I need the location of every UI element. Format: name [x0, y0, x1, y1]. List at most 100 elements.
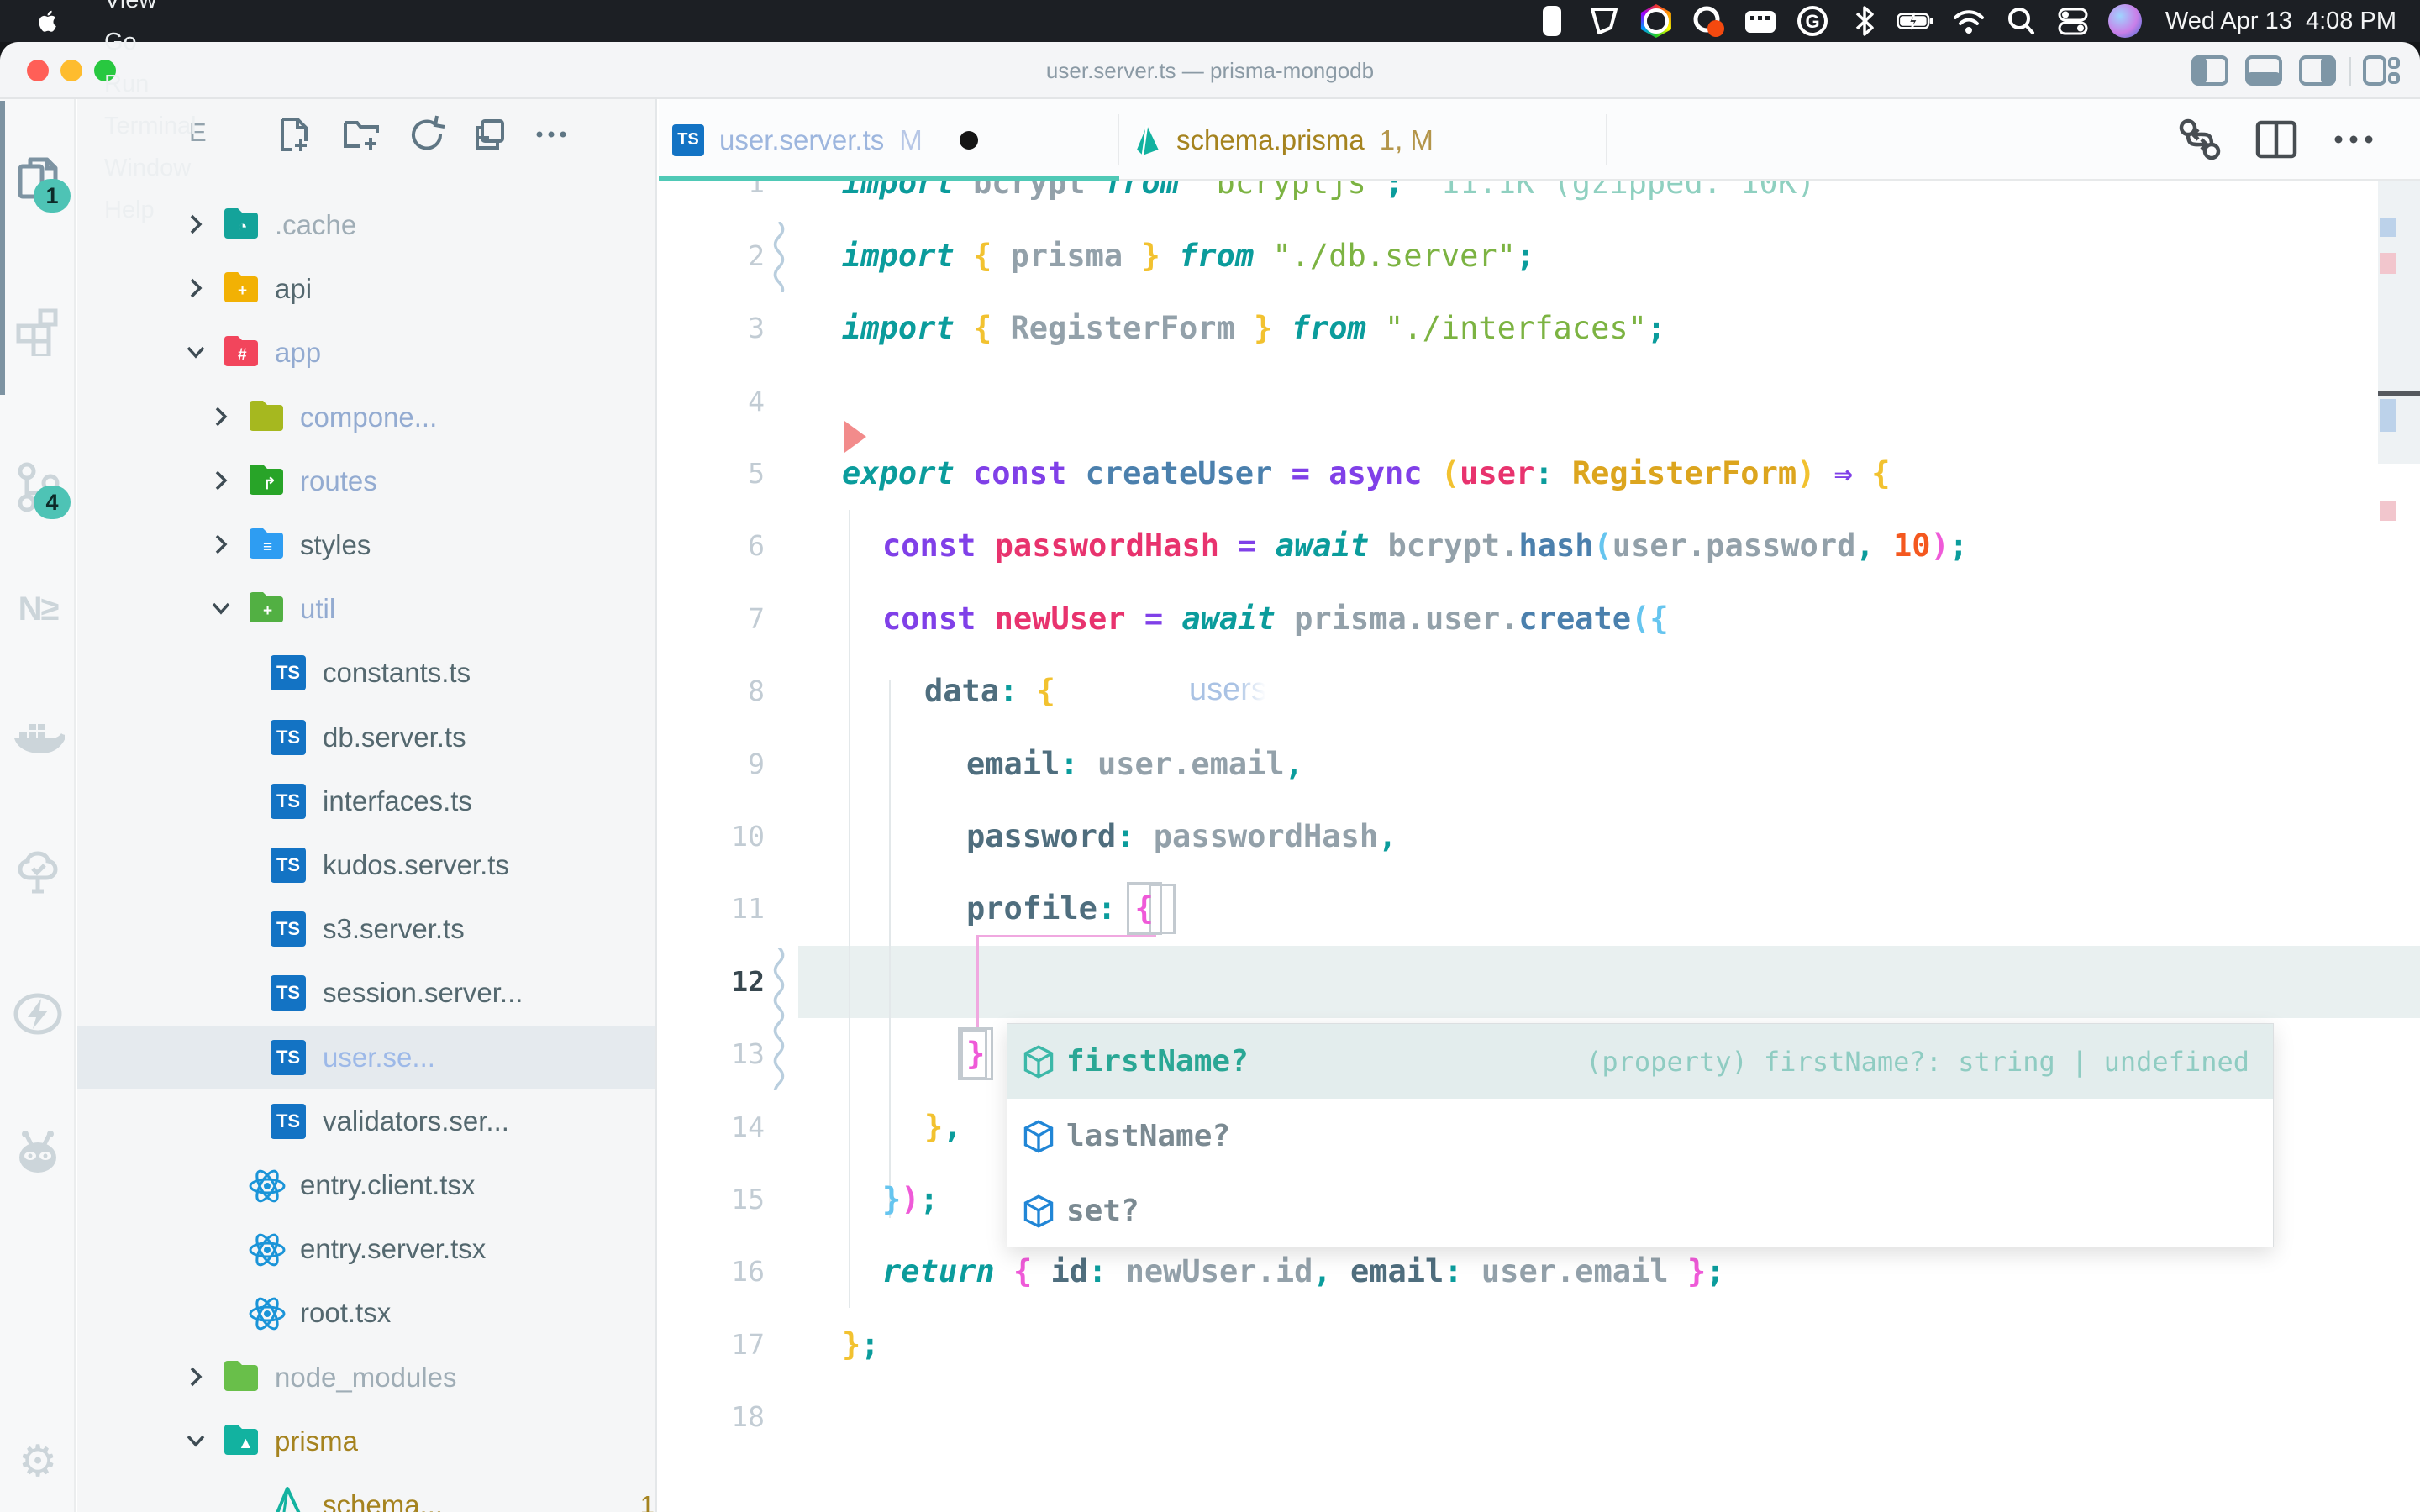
tree-item-label: compone...: [300, 386, 437, 449]
suggest-widget[interactable]: firstName?(property) firstName?: string …: [1007, 1023, 2274, 1247]
toggle-secondary-sidebar-icon[interactable]: [2299, 54, 2336, 87]
control-center-icon[interactable]: [2053, 3, 2093, 39]
chevron-down-icon[interactable]: [183, 339, 208, 369]
typescript-file-icon: TS: [271, 784, 306, 819]
chevron-down-icon[interactable]: [183, 1428, 208, 1457]
suggest-item-lastName[interactable]: lastName?: [1007, 1099, 2273, 1173]
split-editor-icon[interactable]: [2254, 116, 2299, 165]
line-number: 3: [666, 292, 765, 365]
tree-item-node-modules[interactable]: node_modules: [77, 1346, 657, 1410]
menu-item-view[interactable]: View: [81, 0, 228, 21]
tree-item-label: prisma: [275, 1410, 358, 1473]
display-mirror-icon[interactable]: [1532, 3, 1572, 39]
sidebar-item-source-control[interactable]: 4: [0, 447, 76, 528]
tree-item-entry-client-tsx[interactable]: entry.client.tsx: [77, 1153, 657, 1217]
code-line-11: profile: {: [966, 873, 1154, 945]
more-actions-icon[interactable]: [533, 114, 570, 159]
collapse-folders-icon[interactable]: [471, 114, 509, 159]
tree-item-user-se-[interactable]: TSuser.se...M: [77, 1026, 657, 1089]
chevron-right-icon[interactable]: [208, 404, 234, 433]
code-line-10: password: passwordHash,: [966, 801, 1397, 873]
title-bar[interactable]: user.server.ts — prisma-mongodb: [0, 42, 2420, 99]
overview-mark: [2380, 501, 2396, 521]
open-changes-icon[interactable]: [2176, 116, 2223, 167]
customize-layout-icon[interactable]: [2363, 54, 2400, 87]
siri-icon[interactable]: [2105, 3, 2145, 39]
more-actions-icon[interactable]: [2331, 116, 2376, 165]
tree-item-label: entry.client.tsx: [300, 1153, 475, 1217]
tree-item-label: util: [300, 577, 335, 641]
suggest-item-firstName[interactable]: firstName?(property) firstName?: string …: [1007, 1024, 2273, 1099]
tree-item-s3-server-ts[interactable]: TSs3.server.ts: [77, 897, 657, 961]
sidebar-item-docker[interactable]: [0, 697, 76, 778]
tree-item-label: kudos.server.ts: [323, 833, 509, 897]
keyboard-icon[interactable]: [1740, 3, 1781, 39]
overview-ruler[interactable]: [2378, 154, 2420, 464]
record-dot-icon[interactable]: [1688, 3, 1728, 39]
tree-item-styles[interactable]: ≡styles: [77, 513, 657, 577]
shape-icon[interactable]: [1584, 3, 1624, 39]
menu-item-run[interactable]: Run: [81, 63, 228, 105]
line-number: 8: [666, 655, 765, 727]
g-circle-icon[interactable]: G: [1792, 3, 1833, 39]
chevron-down-icon[interactable]: [208, 596, 234, 625]
toggle-primary-sidebar-icon[interactable]: [2191, 54, 2228, 87]
code-line-14: },: [924, 1091, 962, 1163]
spotlight-icon[interactable]: [2001, 3, 2041, 39]
tree-item-schema-[interactable]: schema...1, M: [77, 1473, 657, 1512]
editor-group[interactable]: 123456789101112131415161718 import bcryp…: [659, 99, 2420, 1512]
tab-schema-prisma[interactable]: schema.prisma1, M: [1119, 99, 1607, 181]
sidebar-item-thunder-client[interactable]: [0, 974, 76, 1054]
chevron-right-icon[interactable]: [183, 276, 208, 305]
new-folder-icon[interactable]: [342, 114, 382, 159]
sidebar-item-extensions[interactable]: [0, 291, 76, 372]
tree-item-kudos-server-ts[interactable]: TSkudos.server.ts: [77, 833, 657, 897]
tree-item-entry-server-tsx[interactable]: entry.server.tsx: [77, 1217, 657, 1281]
suggest-item-set[interactable]: set?: [1007, 1173, 2273, 1248]
menu-item-go[interactable]: Go: [81, 21, 228, 63]
tree-item-constants-ts[interactable]: TSconstants.ts: [77, 641, 657, 705]
property-icon: [1023, 1120, 1055, 1153]
tree-item-util[interactable]: +util: [77, 577, 657, 641]
new-file-icon[interactable]: [276, 114, 313, 159]
power-hex-icon[interactable]: [1636, 3, 1676, 39]
tree-item-api[interactable]: +api: [77, 257, 657, 321]
tree-item-label: validators.ser...: [323, 1089, 509, 1153]
chevron-right-icon[interactable]: [208, 532, 234, 561]
apple-menu-icon[interactable]: [34, 7, 62, 35]
tree-item-routes[interactable]: ↱routes: [77, 449, 657, 513]
tree-item-prisma[interactable]: ▲prisma: [77, 1410, 657, 1473]
react-file-icon: [248, 1167, 287, 1205]
tree-item-app[interactable]: #app: [77, 321, 657, 385]
bluetooth-icon[interactable]: [1844, 3, 1885, 39]
sidebar-item-robot[interactable]: [0, 1112, 76, 1193]
dirty-indicator-dot[interactable]: [960, 131, 978, 150]
tree-item-interfaces-ts[interactable]: TSinterfaces.ts: [77, 769, 657, 833]
wifi-icon[interactable]: [1949, 3, 1989, 39]
tree-item-validators-ser-[interactable]: TSvalidators.ser...: [77, 1089, 657, 1153]
tab-user-server-ts[interactable]: TSuser.server.tsM: [659, 99, 1119, 181]
menu-item-window[interactable]: Window: [81, 147, 228, 189]
toggle-panel-icon[interactable]: [2245, 54, 2282, 87]
tab-git-badge: M: [899, 124, 923, 156]
sidebar-item-test-tree[interactable]: [0, 833, 76, 914]
menu-item-terminal[interactable]: Terminal: [81, 105, 228, 147]
tree-item-compone-[interactable]: compone...: [77, 386, 657, 449]
tab-git-badge: 1, M: [1380, 124, 1434, 156]
suggest-item-label: lastName?: [1066, 1119, 1230, 1153]
chevron-right-icon[interactable]: [208, 468, 234, 497]
sidebar-item-settings-gear[interactable]: ⚙: [0, 1421, 76, 1502]
tree-item-db-server-ts[interactable]: TSdb.server.ts: [77, 706, 657, 769]
menu-item-help[interactable]: Help: [81, 189, 228, 231]
tree-item-session-server-[interactable]: TSsession.server...: [77, 961, 657, 1025]
menu-clock[interactable]: Wed Apr 13 4:08 PM: [2165, 8, 2396, 35]
property-icon: [1023, 1045, 1055, 1079]
chevron-right-icon[interactable]: [183, 1364, 208, 1394]
inline-suggestion-text: users: [1189, 672, 1267, 708]
battery-icon[interactable]: [1897, 3, 1937, 39]
indent-guide: [849, 510, 850, 1308]
refresh-icon[interactable]: [408, 114, 447, 159]
sidebar-item-nx-console[interactable]: N≥: [0, 569, 76, 649]
tree-item-root-tsx[interactable]: root.tsx: [77, 1281, 657, 1345]
git-status-badge: M: [607, 1026, 657, 1089]
